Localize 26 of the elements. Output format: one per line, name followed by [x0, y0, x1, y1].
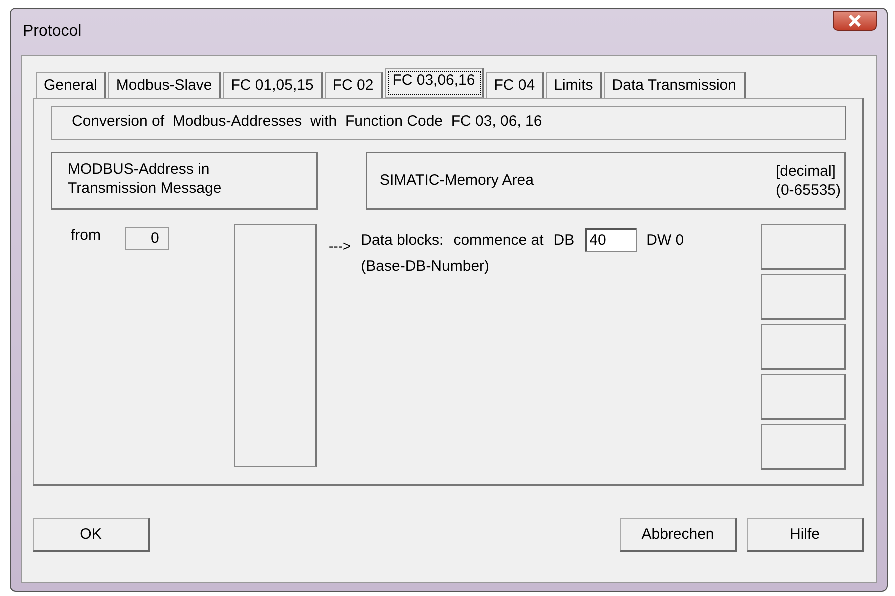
- tab[interactable]: FC 02: [324, 72, 383, 98]
- tab[interactable]: General: [36, 72, 106, 98]
- base-db-note: (Base-DB-Number): [361, 258, 491, 275]
- window-title: Protocol: [23, 23, 82, 41]
- dialog-button[interactable]: Abbrechen: [620, 518, 737, 552]
- dw-label: DW 0: [646, 232, 684, 248]
- tab[interactable]: Data Transmission: [604, 72, 746, 98]
- db-label: DB: [554, 232, 575, 248]
- data-blocks-label: Data blocks:: [361, 232, 444, 248]
- column-header: MODBUS-Address in Transmission Message: [51, 152, 318, 210]
- from-label: from: [71, 227, 102, 244]
- close-icon: [848, 15, 862, 27]
- tab[interactable]: FC 03,06,16: [384, 68, 484, 98]
- tab[interactable]: Modbus-Slave: [108, 72, 222, 98]
- tab[interactable]: Limits: [546, 72, 602, 98]
- commence-label: commence at: [454, 232, 544, 248]
- column-header: SIMATIC-Memory Area [decimal] (0-65535): [366, 152, 846, 210]
- section-heading: Conversion of Modbus-Addresses with Function Code FC 03, 06, 16: [51, 106, 846, 140]
- db-number-field[interactable]: 40: [584, 228, 637, 252]
- close-button[interactable]: [833, 11, 877, 31]
- tab[interactable]: FC 01,05,15: [223, 72, 323, 98]
- ok-button[interactable]: OK: [33, 518, 150, 552]
- arrow-text: --->: [329, 238, 352, 256]
- tab[interactable]: FC 04: [486, 72, 544, 98]
- from-value: 0: [125, 227, 170, 250]
- dialog-button[interactable]: Hilfe: [747, 518, 864, 552]
